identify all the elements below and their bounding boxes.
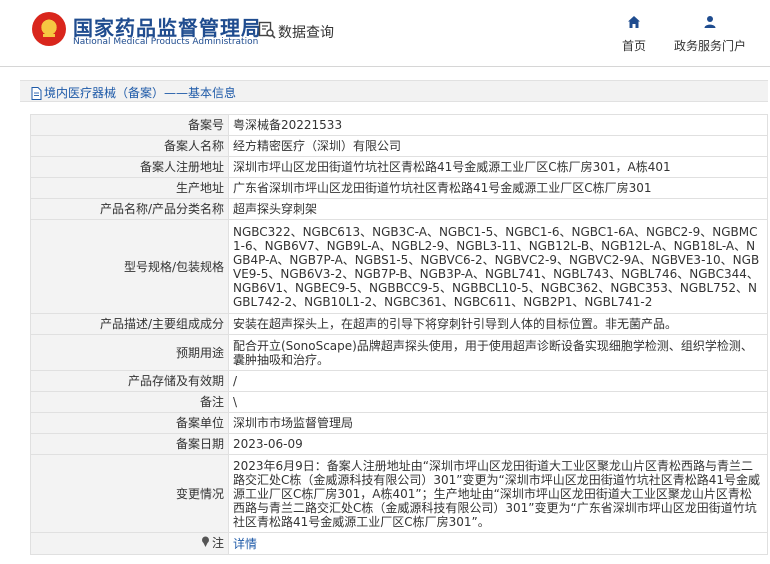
- nav-service-label: 政务服务门户: [673, 39, 746, 53]
- field-label: 备案人名称: [30, 135, 229, 157]
- data-query-link[interactable]: 数据查询: [278, 22, 334, 42]
- site-subtitle: National Medical Products Administration: [73, 37, 259, 47]
- field-value: \: [228, 391, 768, 413]
- field-value: 深圳市坪山区龙田街道竹坑社区青松路41号金威源工业厂区C栋厂房301，A栋401: [228, 156, 768, 178]
- data-query-icon[interactable]: [258, 21, 276, 43]
- table-row: 备案单位 深圳市市场监督管理局: [30, 412, 768, 434]
- nav-home-label: 首页: [621, 39, 646, 53]
- field-label: 型号规格/包装规格: [30, 219, 229, 314]
- table-row: 备案号 粤深械备20221533: [30, 114, 768, 136]
- field-value: 深圳市市场监督管理局: [228, 412, 768, 434]
- table-row: 生产地址 广东省深圳市坪山区龙田街道竹坑社区青松路41号金威源工业厂区C栋厂房3…: [30, 177, 768, 199]
- table-row: 产品描述/主要组成成分 安装在超声探头上，在超声的引导下将穿刺针引导到人体的目标…: [30, 313, 768, 335]
- field-value: 超声探头穿刺架: [228, 198, 768, 220]
- details-link[interactable]: 详情: [228, 532, 768, 555]
- note-label: 注: [211, 536, 224, 550]
- field-label: 生产地址: [30, 177, 229, 199]
- field-value: NGBC322、NGBC613、NGB3C-A、NGBC1-5、NGBC1-6、…: [228, 219, 768, 314]
- field-value: 广东省深圳市坪山区龙田街道竹坑社区青松路41号金威源工业厂区C栋厂房301: [228, 177, 768, 199]
- document-icon: [31, 85, 42, 104]
- header-divider: [0, 66, 770, 67]
- table-row: 备案人名称 经方精密医疗（深圳）有限公司: [30, 135, 768, 157]
- table-row: 备注 \: [30, 391, 768, 413]
- table-row: 注 详情: [30, 532, 768, 555]
- field-value: /: [228, 370, 768, 392]
- field-label: 预期用途: [30, 334, 229, 371]
- breadcrumb-label: 境内医疗器械（备案）——基本信息: [44, 86, 237, 100]
- user-icon: [704, 16, 716, 28]
- table-row: 产品存储及有效期 /: [30, 370, 768, 392]
- breadcrumb: 境内医疗器械（备案）——基本信息: [20, 80, 768, 102]
- field-value: 2023-06-09: [228, 433, 768, 455]
- field-label: 备案号: [30, 114, 229, 136]
- field-label: 产品描述/主要组成成分: [30, 313, 229, 335]
- field-label: 备案人注册地址: [30, 156, 229, 178]
- detail-table: 备案号 粤深械备20221533 备案人名称 经方精密医疗（深圳）有限公司 备案…: [30, 114, 768, 555]
- table-row: 产品名称/产品分类名称 超声探头穿刺架: [30, 198, 768, 220]
- info-pin-icon: [201, 536, 210, 551]
- field-label: 产品名称/产品分类名称: [30, 198, 229, 220]
- nav-home[interactable]: 首页: [614, 14, 654, 54]
- field-value: 配合开立(SonoScape)品牌超声探头使用，用于使用超声诊断设备实现细胞学检…: [228, 334, 768, 371]
- field-value: 2023年6月9日：备案人注册地址由“深圳市坪山区龙田街道大工业区聚龙山片区青松…: [228, 454, 768, 533]
- field-value: 安装在超声探头上，在超声的引导下将穿刺针引导到人体的目标位置。非无菌产品。: [228, 313, 768, 335]
- table-row: 预期用途 配合开立(SonoScape)品牌超声探头使用，用于使用超声诊断设备实…: [30, 334, 768, 371]
- nav-service-portal[interactable]: 政务服务门户: [668, 14, 752, 54]
- table-row: 变更情况 2023年6月9日：备案人注册地址由“深圳市坪山区龙田街道大工业区聚龙…: [30, 454, 768, 533]
- national-emblem-logo: [32, 12, 66, 46]
- field-label: 备案单位: [30, 412, 229, 434]
- table-row: 型号规格/包装规格 NGBC322、NGBC613、NGB3C-A、NGBC1-…: [30, 219, 768, 314]
- field-value: 经方精密医疗（深圳）有限公司: [228, 135, 768, 157]
- table-row: 备案日期 2023-06-09: [30, 433, 768, 455]
- note-label-cell: 注: [30, 532, 229, 555]
- field-value: 粤深械备20221533: [228, 114, 768, 136]
- field-label: 变更情况: [30, 454, 229, 533]
- site-header: 国家药品监督管理局 National Medical Products Admi…: [0, 0, 770, 66]
- field-label: 备注: [30, 391, 229, 413]
- field-label: 备案日期: [30, 433, 229, 455]
- home-icon: [628, 16, 640, 28]
- field-label: 产品存储及有效期: [30, 370, 229, 392]
- table-row: 备案人注册地址 深圳市坪山区龙田街道竹坑社区青松路41号金威源工业厂区C栋厂房3…: [30, 156, 768, 178]
